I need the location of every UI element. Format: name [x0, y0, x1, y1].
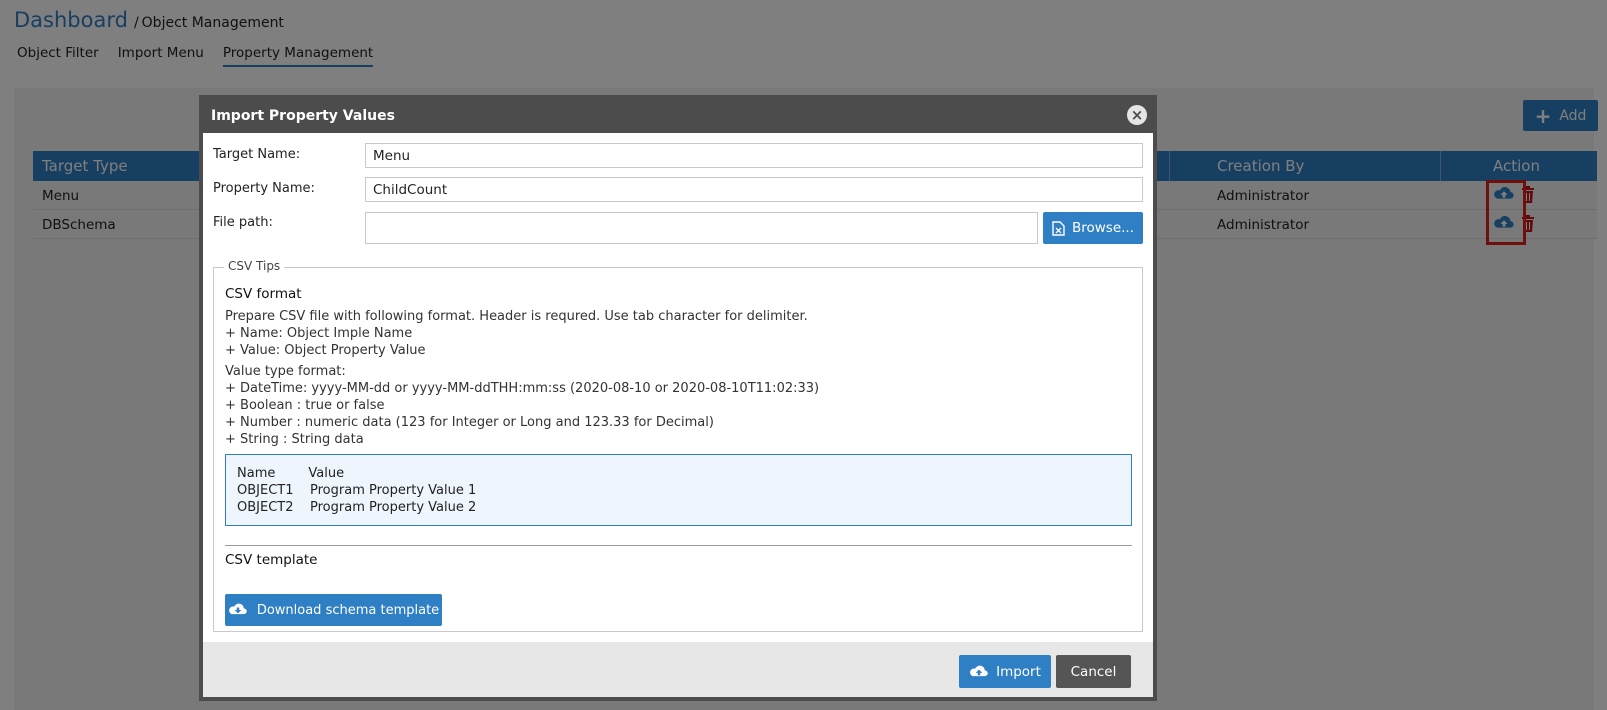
cloud-download-icon [228, 603, 247, 615]
csv-tips-fieldset: CSV Tips CSV format Prepare CSV file wit… [213, 259, 1143, 632]
dialog-header: Import Property Values × [203, 99, 1153, 133]
target-name-label: Target Name: [213, 147, 301, 162]
value-type-description: Value type format: + DateTime: yyyy-MM-d… [225, 364, 820, 447]
csv-template-title: CSV template [225, 552, 318, 568]
close-icon[interactable]: × [1127, 105, 1147, 125]
csv-format-description: Prepare CSV file with following format. … [225, 309, 808, 358]
cloud-upload-icon [970, 665, 988, 676]
dialog-footer: Import Cancel [203, 642, 1153, 697]
browse-button[interactable]: Browse... [1043, 212, 1143, 244]
import-button[interactable]: Import [959, 655, 1051, 688]
download-schema-template-button[interactable]: Download schema template [225, 594, 442, 626]
csv-format-title: CSV format [225, 286, 302, 302]
import-property-dialog: Import Property Values × Target Name: Pr… [199, 95, 1157, 701]
cancel-button-label: Cancel [1070, 663, 1117, 680]
divider [225, 545, 1132, 546]
browse-button-label: Browse... [1071, 220, 1135, 236]
download-button-label: Download schema template [256, 602, 440, 618]
file-path-field[interactable] [365, 212, 1038, 244]
cancel-button[interactable]: Cancel [1056, 655, 1131, 688]
file-icon [1052, 220, 1065, 236]
property-name-label: Property Name: [213, 181, 315, 196]
target-name-field[interactable] [365, 143, 1143, 168]
property-name-field[interactable] [365, 177, 1143, 202]
import-button-label: Import [996, 663, 1041, 680]
dialog-body: Target Name: Property Name: File path: B… [203, 133, 1153, 642]
csv-sample-box: Name Value OBJECT1 Program Property Valu… [225, 454, 1132, 526]
csv-tips-legend: CSV Tips [224, 259, 285, 273]
dialog-title: Import Property Values [211, 108, 395, 124]
file-path-label: File path: [213, 215, 273, 230]
